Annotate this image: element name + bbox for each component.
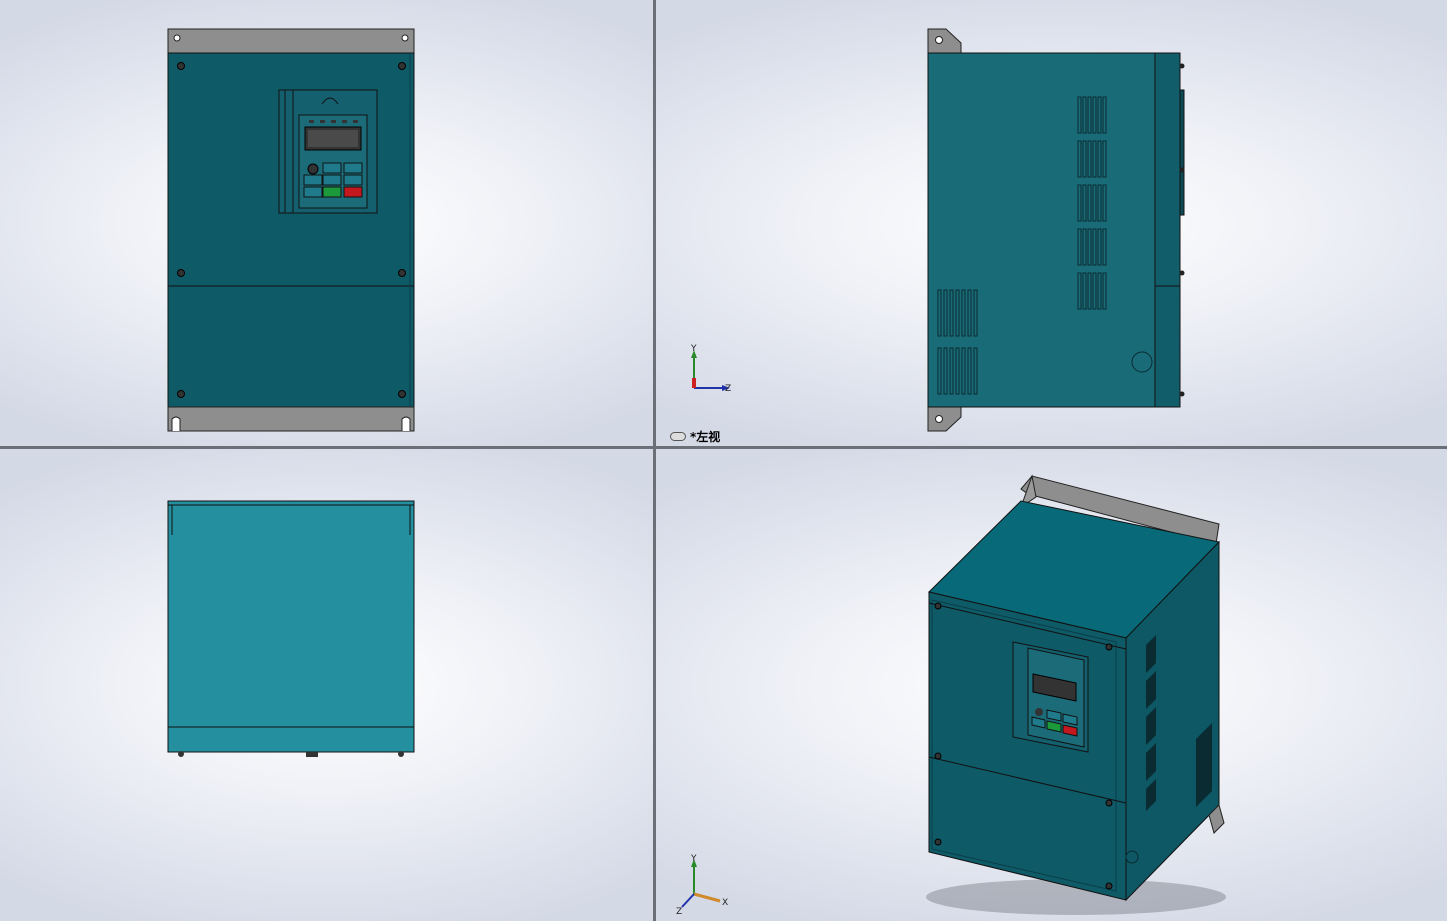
axis-y-label: Y — [690, 854, 697, 864]
viewport-top[interactable] — [0, 449, 653, 921]
axis-triad: Y X Z — [676, 854, 728, 917]
link-icon[interactable] — [670, 432, 686, 441]
viewport-left[interactable]: Y Z *左视 — [656, 0, 1447, 446]
axis-x-label: X — [722, 898, 728, 908]
viewport-splitter-vertical[interactable] — [653, 0, 656, 921]
view-name-label[interactable]: *左视 — [670, 428, 720, 445]
axis-z-label: Z — [725, 384, 731, 394]
viewport-front[interactable] — [0, 0, 653, 446]
axis-triad: Y Z — [690, 344, 731, 394]
left-view-model: Y Z — [690, 28, 1185, 432]
front-view-model — [167, 28, 415, 432]
top-view-model — [167, 500, 415, 757]
viewport-isometric[interactable]: Y X Z — [656, 449, 1447, 921]
axis-y-label: Y — [690, 344, 697, 354]
viewport-splitter-horizontal[interactable] — [0, 446, 1447, 449]
isometric-view-model: Y X Z — [676, 474, 1226, 917]
axis-z-label: Z — [676, 907, 682, 917]
